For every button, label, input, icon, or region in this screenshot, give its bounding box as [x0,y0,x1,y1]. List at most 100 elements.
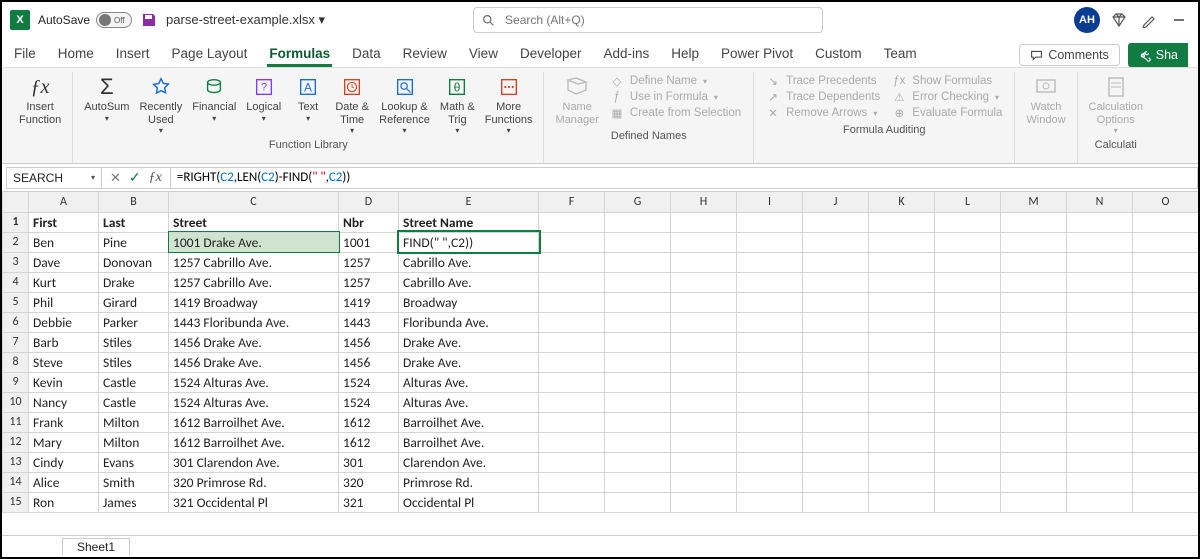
cell[interactable] [605,212,671,232]
cell[interactable]: 1257 Cabrillo Ave. [169,272,339,292]
row-header[interactable]: 4 [3,272,29,292]
cell[interactable]: Ben [29,232,99,252]
logical-button[interactable]: ?Logical▾ [243,72,284,125]
worksheet-grid[interactable]: ABCDEFGHIJKLMNOP 1FirstLastStreetNbrStre… [2,192,1198,535]
cell[interactable]: 1443 Floribunda Ave. [169,312,339,332]
cell[interactable] [737,392,803,412]
cell[interactable]: Stiles [99,352,169,372]
cell[interactable] [1133,392,1199,412]
cell[interactable] [803,272,869,292]
row-header[interactable]: 9 [3,372,29,392]
tab-insert[interactable]: Insert [114,42,152,67]
cell[interactable] [935,452,1001,472]
cell[interactable] [803,452,869,472]
cell[interactable] [605,232,671,252]
cell[interactable]: Cindy [29,452,99,472]
cell[interactable] [1001,232,1067,252]
cell[interactable] [1001,472,1067,492]
more-functions-button[interactable]: More Functions▾ [482,72,536,137]
cell[interactable] [1067,332,1133,352]
cell[interactable]: 1456 Drake Ave. [169,352,339,372]
cell[interactable]: 1612 [339,412,399,432]
tab-team[interactable]: Team [882,42,919,67]
cell[interactable]: Clarendon Ave. [399,452,539,472]
search-input[interactable] [503,12,814,28]
cell[interactable] [737,292,803,312]
cell[interactable] [935,472,1001,492]
cell[interactable] [803,232,869,252]
tab-file[interactable]: File [12,42,38,67]
cell[interactable]: Floribunda Ave. [399,312,539,332]
cell[interactable] [737,412,803,432]
cell[interactable]: Occidental Pl [399,492,539,512]
cell[interactable] [1133,492,1199,512]
recently-used-button[interactable]: Recently Used▾ [136,72,185,137]
create-from-selection-button[interactable]: ▦Create from Selection [610,106,741,120]
cell[interactable]: Alice [29,472,99,492]
cell[interactable]: 1612 [339,432,399,452]
cell[interactable] [737,232,803,252]
cell[interactable]: Last [99,212,169,232]
cell[interactable] [737,252,803,272]
cell[interactable]: Alturas Ave. [399,372,539,392]
cell[interactable] [737,472,803,492]
cell[interactable] [869,232,935,252]
cell[interactable] [671,312,737,332]
cell[interactable] [1001,492,1067,512]
tab-data[interactable]: Data [350,42,383,67]
cell[interactable]: 1524 Alturas Ave. [169,372,339,392]
cell[interactable] [605,292,671,312]
row-header[interactable]: 15 [3,492,29,512]
cell[interactable] [1133,472,1199,492]
tab-formulas[interactable]: Formulas [267,42,332,67]
cell[interactable] [605,452,671,472]
cell[interactable] [605,312,671,332]
cell[interactable]: 1419 [339,292,399,312]
row-header[interactable]: 11 [3,412,29,432]
cell[interactable]: Barroilhet Ave. [399,432,539,452]
cell[interactable] [1067,452,1133,472]
cell[interactable] [671,492,737,512]
cell[interactable]: Ron [29,492,99,512]
cell[interactable] [935,312,1001,332]
cell[interactable] [869,212,935,232]
cell[interactable]: 1001 [339,232,399,252]
col-header-I[interactable]: I [737,192,803,212]
cell[interactable]: Alturas Ave. [399,392,539,412]
cell[interactable]: 1001 Drake Ave. [169,232,339,252]
cell[interactable]: First [29,212,99,232]
col-header-A[interactable]: A [29,192,99,212]
row-header[interactable]: 6 [3,312,29,332]
cell[interactable] [1133,432,1199,452]
cell[interactable] [605,472,671,492]
cell[interactable] [605,392,671,412]
cell[interactable] [1067,272,1133,292]
save-icon[interactable] [140,11,158,29]
cell[interactable] [539,232,605,252]
name-manager-button[interactable]: Name Manager [552,72,601,128]
col-header-E[interactable]: E [399,192,539,212]
cell[interactable] [803,332,869,352]
cell[interactable]: Kurt [29,272,99,292]
row-header[interactable]: 13 [3,452,29,472]
cell[interactable]: Smith [99,472,169,492]
cell[interactable]: Phil [29,292,99,312]
row-header[interactable]: 14 [3,472,29,492]
cell[interactable]: Debbie [29,312,99,332]
cell[interactable] [803,252,869,272]
cell[interactable] [869,312,935,332]
cell[interactable] [1133,332,1199,352]
cell[interactable]: Milton [99,432,169,452]
row-header[interactable]: 12 [3,432,29,452]
cell[interactable] [671,372,737,392]
cell[interactable] [737,372,803,392]
cell[interactable] [1001,432,1067,452]
cell[interactable] [1133,212,1199,232]
cell[interactable] [539,472,605,492]
cell[interactable] [1067,292,1133,312]
cell[interactable] [803,352,869,372]
cell[interactable]: 1257 [339,252,399,272]
cell[interactable] [605,252,671,272]
cell[interactable] [1001,212,1067,232]
cell[interactable]: Street [169,212,339,232]
